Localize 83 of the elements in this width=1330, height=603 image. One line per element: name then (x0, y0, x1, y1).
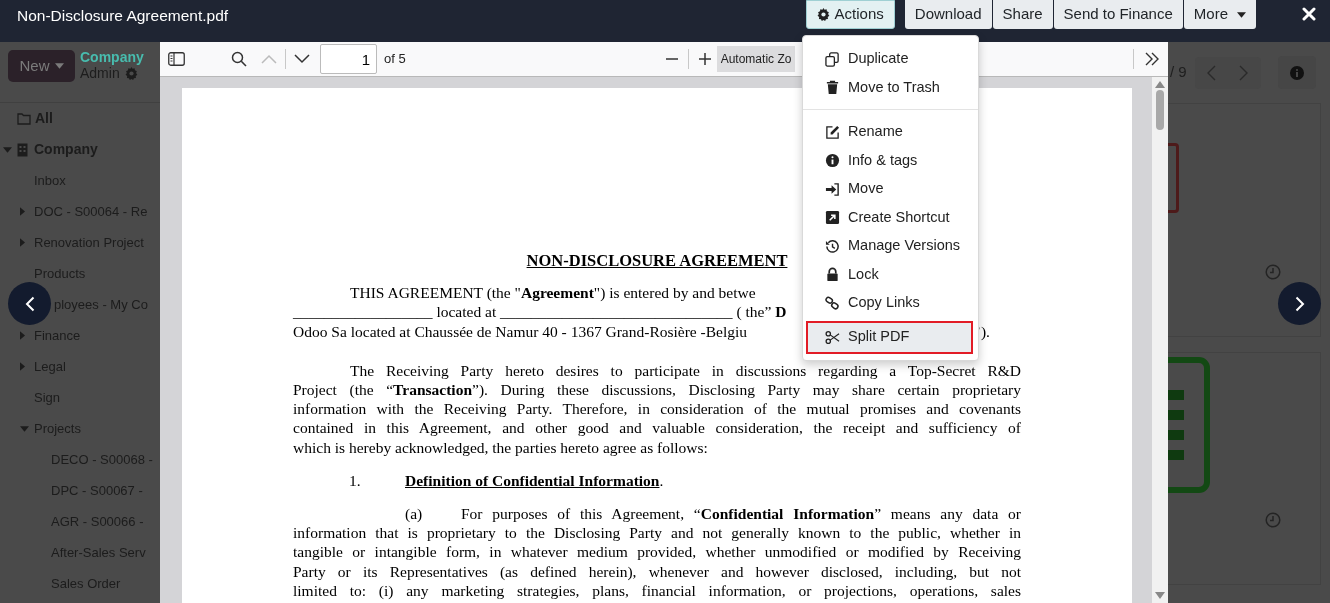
file-card[interactable] (1168, 352, 1321, 585)
document-text-line: tangible or intangible form, in whatever medium provided, whether unmodified or modified by Receiving (293, 542, 1021, 562)
toolbar-button[interactable]: More (1183, 0, 1256, 29)
menu-item[interactable]: Create Shortcut (803, 203, 978, 232)
document-text-line: which is hereby acknowledged, the parties hereto agree as follows: (293, 437, 709, 457)
info-icon (825, 153, 840, 169)
menu-item[interactable]: Info & tags (803, 146, 978, 175)
menu-item[interactable]: Move (803, 175, 978, 204)
section-number: 1. (349, 470, 362, 491)
gear-icon[interactable] (124, 67, 138, 81)
menu-item[interactable]: Copy Links (803, 289, 978, 318)
caret-icon[interactable] (20, 425, 29, 432)
scroll-thumb[interactable] (1156, 90, 1164, 130)
menu-item[interactable]: Move to Trash (803, 73, 978, 102)
gear-icon (816, 8, 830, 21)
sidebar-toggle-icon[interactable] (168, 52, 185, 66)
menu-item[interactable]: Rename (803, 118, 978, 147)
company-name: Company (80, 50, 144, 66)
chevron-down-icon[interactable] (294, 54, 310, 64)
document-text-line: The Receiving Party hereto desires to participate in discussions regarding a Top-Secret R&D (349, 360, 1021, 380)
copy-icon (825, 51, 840, 67)
chevron-left-icon[interactable] (1206, 64, 1217, 81)
new-button[interactable]: New (8, 50, 75, 82)
close-icon[interactable] (1302, 7, 1316, 21)
section-period: . (659, 470, 664, 491)
spreadsheet-icon (1168, 357, 1210, 493)
scrollbar[interactable] (1152, 77, 1168, 603)
page-count: of 5 (384, 50, 406, 69)
enter-icon (825, 181, 840, 197)
chevron-right-icon (1294, 295, 1305, 312)
chevron-left-icon (24, 295, 35, 312)
caret-icon[interactable] (20, 362, 25, 371)
chevron-right-icon[interactable] (1239, 64, 1250, 81)
file-icon (1168, 143, 1179, 213)
toolbar-button[interactable]: Download (904, 0, 992, 29)
plus-icon[interactable] (696, 51, 713, 67)
section-title: Definition of Confidential Information (405, 470, 660, 491)
window-title: Non-Disclosure Agreement.pdf (16, 6, 229, 26)
trash-icon (825, 80, 840, 96)
document-text-line: contained in this Agreement, and other good and valuable consideration, the receipt and sufficiency of (293, 418, 1021, 438)
info-button[interactable] (1277, 56, 1316, 89)
shortcut-icon (825, 210, 840, 226)
menu-item[interactable]: Duplicate (803, 45, 978, 74)
scroll-up-icon[interactable] (1155, 81, 1165, 88)
toolbar-button[interactable]: Actions (805, 0, 895, 29)
document-text-line: THIS AGREEMENT (the "Agreement") is entered by and betwe (349, 283, 756, 303)
document-text-line: information that is proprietary to the Disclosing Party and not generally known to the public, whether in (293, 523, 1021, 543)
toolbar-button[interactable]: Send to Finance (1053, 0, 1183, 29)
double-chevron-icon[interactable] (1144, 52, 1160, 66)
info-icon (1289, 65, 1304, 80)
link-icon (825, 295, 840, 311)
lock-icon (825, 267, 840, 283)
building-icon (17, 142, 28, 157)
document-text-line: Project (the “Transaction”). During these discussions, Disclosing Party may share certain proprietary (293, 380, 1021, 400)
document-heading: NON-DISCLOSURE AGREEMENT (525, 251, 789, 271)
document-text-line: Party or its Representatives (as defined herein), whenever and however disclosed, including, but not (293, 561, 1021, 581)
document-text-line: information with the Receiving Party. Therefore, in consideration of the mutual promises and covenants (293, 399, 1021, 419)
search-icon[interactable] (231, 51, 247, 67)
menu-item[interactable]: Split PDF (806, 320, 973, 354)
document-text-line: Odoo Sa located at Chaussée de Namur 40 - 1367 Grand-Rosière -Belgiu (293, 321, 748, 341)
toolbar-button[interactable]: Share (992, 0, 1053, 29)
caret-icon[interactable] (3, 146, 12, 153)
document-text-line: __________________ located at ______________________________ ( the” D (293, 302, 787, 322)
caret-icon[interactable] (20, 238, 25, 247)
caret-icon (1237, 11, 1246, 18)
document-text-line: limited to: (i) any marketing strategies, plans, financial information, or projections, operations, sales (293, 580, 1021, 601)
caret-icon[interactable] (20, 207, 25, 216)
document-text-line: For purposes of this Agreement, “Confidential Information” means any data or (461, 504, 1021, 524)
clock-icon (1265, 512, 1281, 528)
scissors-icon (825, 329, 840, 345)
menu-item[interactable]: Manage Versions (803, 232, 978, 261)
next-button[interactable] (1278, 282, 1321, 325)
zoom-select[interactable]: Automatic Zo (716, 46, 796, 72)
clock-icon (1265, 264, 1281, 280)
menu-item[interactable]: Lock (803, 260, 978, 289)
caret-icon (54, 63, 64, 69)
scroll-down-icon[interactable] (1155, 592, 1165, 599)
edit-icon (825, 124, 840, 140)
folder-icon (17, 112, 31, 125)
page-number-field[interactable]: 1 (320, 44, 377, 74)
item-label: (a) (405, 504, 424, 524)
caret-icon[interactable] (20, 331, 25, 340)
history-icon (825, 238, 840, 254)
